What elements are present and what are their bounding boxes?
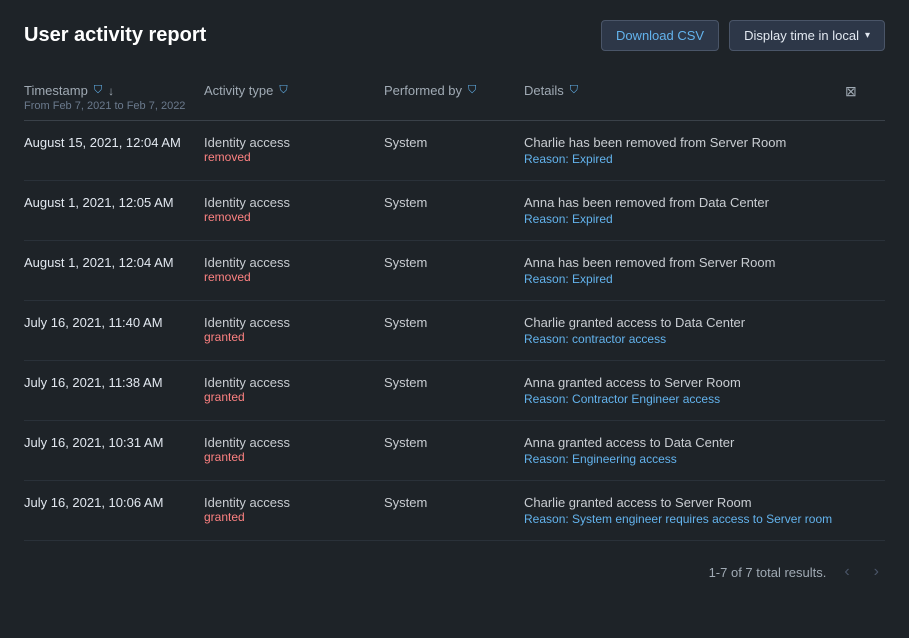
activity-status: granted — [204, 330, 372, 344]
timestamp-cell: July 16, 2021, 11:38 AM — [24, 375, 204, 390]
performed-by-label: Performed by — [384, 83, 462, 98]
page-container: User activity report Download CSV Displa… — [0, 0, 909, 603]
activity-type-cell: Identity access granted — [204, 495, 384, 524]
performed-by-cell: System — [384, 435, 524, 450]
display-time-label: Display time in local — [744, 28, 859, 43]
timestamp-cell: August 15, 2021, 12:04 AM — [24, 135, 204, 150]
activity-type-cell: Identity access granted — [204, 315, 384, 344]
activity-type-cell: Identity access granted — [204, 435, 384, 464]
pagination-next-button[interactable]: › — [868, 561, 885, 583]
details-cell: Anna granted access to Data Center Reaso… — [524, 435, 845, 466]
details-main: Charlie granted access to Data Center — [524, 315, 833, 330]
details-label: Details — [524, 83, 564, 98]
chevron-down-icon: ▾ — [865, 30, 870, 41]
details-column-header: Details ⛉ — [524, 83, 845, 112]
activity-type-cell: Identity access removed — [204, 195, 384, 224]
details-reason: Reason: Expired — [524, 212, 833, 226]
header-actions: Download CSV Display time in local ▾ — [601, 20, 885, 51]
pagination-row: 1-7 of 7 total results. ‹ › — [24, 561, 885, 583]
activity-status: granted — [204, 390, 372, 404]
performed-by-cell: System — [384, 375, 524, 390]
details-reason: Reason: Expired — [524, 152, 833, 166]
details-cell: Charlie has been removed from Server Roo… — [524, 135, 845, 166]
activity-status: removed — [204, 150, 372, 164]
performed-by-cell: System — [384, 495, 524, 510]
activity-type-cell: Identity access granted — [204, 375, 384, 404]
timestamp-filter-icon[interactable]: ⛉ — [94, 84, 102, 97]
display-time-button[interactable]: Display time in local ▾ — [729, 20, 885, 51]
activity-type-column-header: Activity type ⛉ — [204, 83, 384, 112]
performed-by-cell: System — [384, 195, 524, 210]
activity-status: granted — [204, 510, 372, 524]
details-main: Charlie has been removed from Server Roo… — [524, 135, 833, 150]
details-main: Charlie granted access to Server Room — [524, 495, 833, 510]
table-header: Timestamp ⛉ ↓ From Feb 7, 2021 to Feb 7,… — [24, 75, 885, 121]
activity-name: Identity access — [204, 375, 372, 390]
performed-by-column-header: Performed by ⛉ — [384, 83, 524, 112]
page-title: User activity report — [24, 24, 206, 47]
pagination-prev-button[interactable]: ‹ — [838, 561, 855, 583]
timestamp-cell: July 16, 2021, 11:40 AM — [24, 315, 204, 330]
activity-name: Identity access — [204, 255, 372, 270]
details-main: Anna granted access to Server Room — [524, 375, 833, 390]
activity-name: Identity access — [204, 135, 372, 150]
details-main: Anna granted access to Data Center — [524, 435, 833, 450]
table-row: August 1, 2021, 12:05 AM Identity access… — [24, 181, 885, 241]
clear-filters-icon[interactable]: ⊠ — [845, 83, 885, 100]
details-cell: Charlie granted access to Server Room Re… — [524, 495, 845, 526]
activity-status: removed — [204, 270, 372, 284]
table-row: July 16, 2021, 10:06 AM Identity access … — [24, 481, 885, 541]
table-body: August 15, 2021, 12:04 AM Identity acces… — [24, 121, 885, 541]
clear-filters-column: ⊠ — [845, 83, 885, 112]
details-reason: Reason: Expired — [524, 272, 833, 286]
details-main: Anna has been removed from Data Center — [524, 195, 833, 210]
activity-status: removed — [204, 210, 372, 224]
activity-type-label: Activity type — [204, 83, 273, 98]
details-cell: Charlie granted access to Data Center Re… — [524, 315, 845, 346]
table-row: July 16, 2021, 11:40 AM Identity access … — [24, 301, 885, 361]
details-main: Anna has been removed from Server Room — [524, 255, 833, 270]
details-cell: Anna has been removed from Server Room R… — [524, 255, 845, 286]
timestamp-label: Timestamp — [24, 83, 88, 98]
performed-by-cell: System — [384, 135, 524, 150]
activity-name: Identity access — [204, 495, 372, 510]
table-row: July 16, 2021, 11:38 AM Identity access … — [24, 361, 885, 421]
download-csv-button[interactable]: Download CSV — [601, 20, 719, 51]
activity-name: Identity access — [204, 435, 372, 450]
table-row: August 15, 2021, 12:04 AM Identity acces… — [24, 121, 885, 181]
activity-name: Identity access — [204, 315, 372, 330]
details-reason: Reason: System engineer requires access … — [524, 512, 833, 526]
timestamp-sort-icon[interactable]: ↓ — [108, 84, 114, 98]
details-filter-icon[interactable]: ⛉ — [570, 84, 578, 97]
timestamp-cell: July 16, 2021, 10:06 AM — [24, 495, 204, 510]
timestamp-cell: August 1, 2021, 12:04 AM — [24, 255, 204, 270]
header-row: User activity report Download CSV Displa… — [24, 20, 885, 51]
activity-type-cell: Identity access removed — [204, 255, 384, 284]
pagination-summary: 1-7 of 7 total results. — [709, 565, 827, 580]
details-reason: Reason: Contractor Engineer access — [524, 392, 833, 406]
activity-status: granted — [204, 450, 372, 464]
table-row: August 1, 2021, 12:04 AM Identity access… — [24, 241, 885, 301]
timestamp-sub: From Feb 7, 2021 to Feb 7, 2022 — [24, 100, 204, 112]
performed-by-cell: System — [384, 255, 524, 270]
table-row: July 16, 2021, 10:31 AM Identity access … — [24, 421, 885, 481]
activity-table: Timestamp ⛉ ↓ From Feb 7, 2021 to Feb 7,… — [24, 75, 885, 541]
details-cell: Anna has been removed from Data Center R… — [524, 195, 845, 226]
details-reason: Reason: Engineering access — [524, 452, 833, 466]
activity-type-filter-icon[interactable]: ⛉ — [279, 84, 287, 97]
activity-type-cell: Identity access removed — [204, 135, 384, 164]
performed-by-filter-icon[interactable]: ⛉ — [468, 84, 476, 97]
timestamp-cell: July 16, 2021, 10:31 AM — [24, 435, 204, 450]
timestamp-column-header: Timestamp ⛉ ↓ From Feb 7, 2021 to Feb 7,… — [24, 83, 204, 112]
details-cell: Anna granted access to Server Room Reaso… — [524, 375, 845, 406]
activity-name: Identity access — [204, 195, 372, 210]
details-reason: Reason: contractor access — [524, 332, 833, 346]
performed-by-cell: System — [384, 315, 524, 330]
timestamp-cell: August 1, 2021, 12:05 AM — [24, 195, 204, 210]
